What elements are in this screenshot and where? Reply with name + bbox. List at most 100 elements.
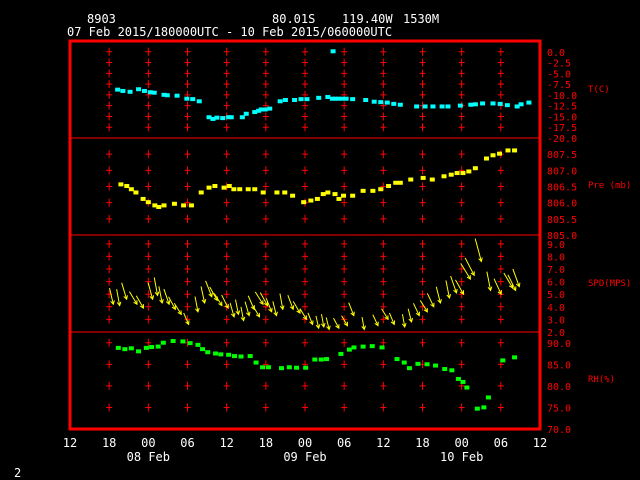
data-point [181,203,187,208]
wind-arrow [325,317,331,331]
data-point [128,187,134,192]
grid-cross [341,69,348,78]
grid-cross [106,101,113,110]
grid-cross [184,302,191,311]
wind-arrow [445,280,452,300]
data-point [415,361,421,366]
grid-cross [302,214,308,223]
grid-cross [458,150,465,159]
grid-cross [458,47,465,56]
data-point [265,365,271,370]
grid-cross [223,277,230,286]
grid-cross [341,302,348,311]
grid-cross [419,252,426,261]
grid-cross [458,112,465,121]
grid-cross [262,112,269,121]
grid-cross [302,338,308,347]
data-point [115,345,121,350]
grid-cross [223,381,230,390]
x-date-label: 09 Feb [283,450,326,464]
data-point [318,357,324,362]
grid-cross [184,290,191,299]
grid-cross [262,338,269,347]
grid-cross [497,166,504,175]
grid-cross [262,214,269,223]
data-point [371,99,377,104]
grid-cross [497,112,504,121]
data-point [414,104,420,109]
data-point [324,357,330,362]
grid-cross [419,69,426,78]
data-point [445,104,451,109]
grid-cross [223,239,230,248]
x-axis-date-labels: 08 Feb 09 Feb 10 Feb [127,450,484,464]
wind-arrow [235,299,241,316]
data-point [394,357,400,362]
x-tick-label: 06 [337,436,351,450]
wind-arrow [450,275,458,294]
data-point [350,193,356,198]
grid-cross [262,166,269,175]
grid-cross [223,198,230,207]
data-point [237,187,243,192]
data-point [286,365,292,370]
grid-cross [106,214,113,223]
x-tick-label: 00 [141,436,155,450]
data-point [294,365,300,370]
grid-cross [380,150,387,159]
grid-cross [380,112,387,121]
grid-cross [302,166,308,175]
grid-cross [262,182,269,191]
data-point [474,406,480,411]
grid-cross [262,252,269,261]
data-point [124,184,130,188]
data-point [481,405,487,410]
grid-cross [341,101,348,110]
y-tick-label: 807.0 [547,166,577,177]
grid-cross [458,302,465,311]
grid-cross [419,123,426,132]
grid-cross [302,47,308,56]
data-point [497,151,503,156]
x-tick-label: 06 [180,436,194,450]
data-point [212,184,218,188]
grid-cross [223,252,230,261]
grid-cross [341,252,348,261]
data-point [485,395,491,400]
grid-cross [497,198,504,207]
grid-cross [497,47,504,56]
y-tick-label: -15.0 [547,112,577,123]
data-point [424,362,430,367]
grid-cross [302,265,308,274]
data-point [386,184,392,188]
grid-cross [184,69,191,78]
wind-arrow [158,286,164,305]
grid-cross [419,315,426,324]
data-point [198,190,204,195]
data-point [253,360,259,365]
wind-arrow [299,308,308,321]
grid-cross [458,58,465,67]
wind-arrow [128,291,138,306]
grid-cross [497,252,504,261]
data-point [505,148,511,153]
data-point [332,192,338,197]
data-point [190,97,196,102]
grid-cross [184,47,191,56]
grid-cross [145,214,152,223]
grid-cross [380,47,387,56]
wind-arrow [401,314,407,328]
data-point [226,184,232,188]
grid-cross [184,277,191,286]
y-tick-label: 8.0 [547,252,565,263]
wind-arrow [307,312,314,326]
grid-cross [341,338,348,347]
grid-cross [380,214,387,223]
data-point [429,177,435,182]
grid-cross [380,290,387,299]
data-point [497,101,503,106]
grid-cross [380,198,387,207]
grid-cross [184,112,191,121]
grid-cross [419,381,426,390]
grid-cross [262,315,269,324]
